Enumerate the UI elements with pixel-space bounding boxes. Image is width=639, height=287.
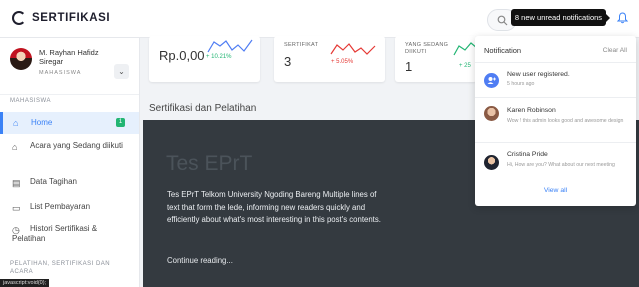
profile-role: MAHASISWA [39, 70, 82, 76]
top-navbar: SERTIFIKASI 8 new unread notifications [0, 0, 639, 38]
user-plus-icon [484, 73, 499, 88]
sidebar-item-label: List Pembayaran [30, 202, 91, 211]
divider [0, 94, 139, 95]
sidebar-heading-pelatihan: PELATIHAN, SERTIFIKASI DAN ACARA [10, 261, 111, 275]
stat-label: SERTIFIKAT [284, 42, 319, 48]
document-icon: ▤ [12, 178, 21, 188]
avatar [10, 48, 32, 70]
bell-icon[interactable] [617, 12, 628, 24]
search-icon [497, 15, 508, 26]
stat-value: 3 [284, 54, 292, 69]
post-lede: Tes EPrT Telkom University Ngoding Baren… [167, 190, 381, 225]
sparkline [453, 42, 477, 56]
stat-card-sertifikat: SERTIFIKAT 3 + 5.05% [274, 36, 385, 82]
sidebar-item-histori[interactable]: ◷ Histori Sertifikasi & Pelatihan [0, 224, 139, 246]
home-icon: ⌂ [13, 118, 19, 128]
stat-delta: + 5.05% [331, 59, 354, 65]
logo-icon [12, 11, 26, 25]
sidebar-item-data-tagihan[interactable]: ▤ Data Tagihan [0, 177, 139, 189]
notification-item[interactable]: Cristina Pride Hi, How are you? What abo… [475, 142, 636, 182]
stat-value: Rp.0,00 [159, 48, 205, 63]
notification-dropdown: Notification Clear All New user register… [475, 36, 636, 206]
stat-label: YANG SEDANG DIIKUTI [405, 42, 449, 55]
notification-title-text: Cristina Pride [507, 151, 548, 158]
notification-title: Notification [484, 46, 522, 55]
sparkline [330, 43, 376, 55]
sidebar-heading-mahasiswa: MAHASISWA [10, 98, 51, 104]
notification-item[interactable]: Karen Robinson Wow ! this admin looks go… [475, 97, 636, 141]
section-title: Sertifikasi dan Pelatihan [149, 103, 257, 114]
avatar [484, 106, 499, 121]
sidebar-item-label: Home [31, 118, 53, 127]
continue-reading-link[interactable]: Continue reading... [167, 256, 233, 265]
stat-card-balance: Rp.0,00 + 10.21% [149, 36, 260, 82]
sidebar: M. Rayhan Hafidz Siregar MAHASISWA ⌄ MAH… [0, 38, 140, 287]
notification-item[interactable]: New user registered. 5 hours ago [475, 62, 636, 96]
avatar [484, 155, 499, 170]
view-all-link[interactable]: View all [475, 187, 636, 194]
status-bar-url: javascript:void(0); [0, 279, 50, 287]
brand[interactable]: SERTIFIKASI [12, 11, 110, 25]
sidebar-item-list-pembayaran[interactable]: ▭ List Pembayaran [0, 202, 139, 214]
notification-subtext: Hi, How are you? What about our next mee… [507, 162, 615, 168]
home-badge: 1 [116, 118, 125, 127]
notification-title-text: Karen Robinson [507, 107, 556, 114]
sidebar-item-label: Histori Sertifikasi & Pelatihan [12, 224, 98, 243]
notification-tooltip: 8 new unread notifications [511, 9, 610, 26]
card-icon: ▭ [12, 203, 21, 213]
stat-delta: + 10.21% [206, 54, 232, 60]
stat-card-sedang-diikuti: YANG SEDANG DIIKUTI 1 + 25 [395, 36, 477, 82]
profile-name: M. Rayhan Hafidz Siregar [39, 48, 99, 66]
notification-subtext: Wow ! this admin looks good and awesome … [507, 118, 624, 124]
stat-value: 1 [405, 59, 413, 74]
user-profile[interactable]: M. Rayhan Hafidz Siregar MAHASISWA ⌄ [10, 48, 132, 88]
notification-title-text: New user registered. [507, 71, 570, 78]
chevron-down-icon[interactable]: ⌄ [114, 64, 129, 79]
post-title: Tes EPrT [166, 152, 253, 175]
sidebar-item-home[interactable]: ⌂ Home 1 [0, 112, 139, 134]
sidebar-item-acara[interactable]: ⌂ Acara yang Sedang diikuti [0, 141, 139, 163]
sidebar-item-label: Data Tagihan [30, 177, 77, 186]
stat-delta: + 25 [459, 63, 471, 69]
notification-subtext: 5 hours ago [507, 81, 535, 87]
brand-name: SERTIFIKASI [32, 12, 111, 24]
sidebar-item-label: Acara yang Sedang diikuti [30, 141, 123, 150]
clear-all-link[interactable]: Clear All [603, 47, 627, 54]
